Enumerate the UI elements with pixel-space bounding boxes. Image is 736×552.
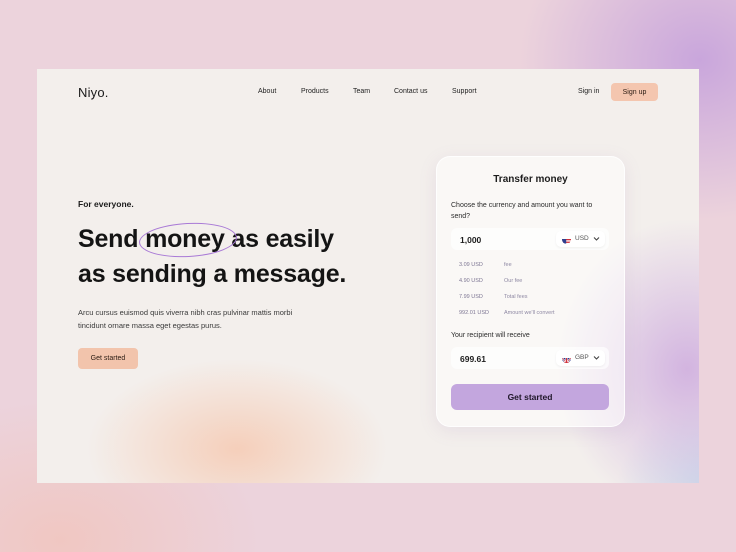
fee-amount: 4.90 USD	[459, 278, 483, 284]
headline-highlight: money	[138, 220, 238, 260]
receive-amount-field[interactable]: 699.61 GBP	[451, 347, 609, 369]
main-nav: About Products Team Contact us Support	[37, 88, 699, 102]
nav-item-support[interactable]: Support	[452, 88, 477, 95]
landing-page: Niyo. About Products Team Contact us Sup…	[37, 69, 699, 483]
transfer-widget: Transfer money Choose the currency and a…	[436, 156, 625, 427]
nav-item-contact[interactable]: Contact us	[394, 88, 427, 95]
nav-item-team[interactable]: Team	[353, 88, 370, 95]
send-currency-select[interactable]: USD	[556, 231, 605, 247]
transfer-title: Transfer money	[493, 174, 568, 185]
fee-row: 7.99 USD Total fees	[459, 294, 609, 310]
headline-line-1: Send money as easily	[78, 220, 398, 260]
hero-description: Arcu cursus euismod quis viverra nibh cr…	[78, 308, 293, 330]
hero-get-started-button[interactable]: Get started	[78, 348, 138, 369]
chevron-down-icon	[593, 237, 600, 241]
fee-row: 3.09 USD fee	[459, 262, 609, 278]
fee-amount: 992.01 USD	[459, 310, 489, 316]
fee-label: Our fee	[504, 278, 523, 284]
headline-word-send: Send	[78, 225, 139, 253]
chevron-down-icon	[593, 356, 600, 360]
fee-breakdown: 3.09 USD fee 4.90 USD Our fee 7.99 USD T…	[459, 262, 609, 326]
send-amount-field[interactable]: 1,000 USD	[451, 228, 609, 250]
send-amount-value[interactable]: 1,000	[460, 235, 481, 245]
fee-row: 992.01 USD Amount we'll convert	[459, 310, 609, 326]
headline-word-rest: as easily	[231, 225, 334, 253]
fee-label: Amount we'll convert	[504, 310, 555, 316]
fee-amount: 7.99 USD	[459, 294, 483, 300]
transfer-get-started-button[interactable]: Get started	[451, 384, 609, 410]
send-currency-code: USD	[575, 235, 589, 242]
receive-amount-value[interactable]: 699.61	[460, 354, 486, 364]
receive-currency-code: GBP	[575, 354, 589, 361]
headline-line-2: as sending a message.	[78, 260, 347, 288]
hero-headline: Send money as easily as sending a messag…	[78, 220, 398, 292]
sign-up-button[interactable]: Sign up	[611, 83, 658, 101]
headline-word-money: money	[145, 225, 225, 253]
fee-label: Total fees	[504, 294, 528, 300]
hero-eyebrow: For everyone.	[78, 199, 134, 209]
fee-amount: 3.09 USD	[459, 262, 483, 268]
sign-in-link[interactable]: Sign in	[578, 88, 599, 95]
receive-currency-select[interactable]: GBP	[556, 350, 605, 366]
fee-row: 4.90 USD Our fee	[459, 278, 609, 294]
fee-label: fee	[504, 262, 512, 268]
recipient-label: Your recipient will receive	[451, 332, 530, 339]
nav-item-about[interactable]: About	[258, 88, 276, 95]
uk-flag-icon	[562, 354, 571, 363]
nav-item-products[interactable]: Products	[301, 88, 329, 95]
transfer-prompt: Choose the currency and amount you want …	[451, 202, 593, 220]
us-flag-icon	[562, 235, 571, 244]
